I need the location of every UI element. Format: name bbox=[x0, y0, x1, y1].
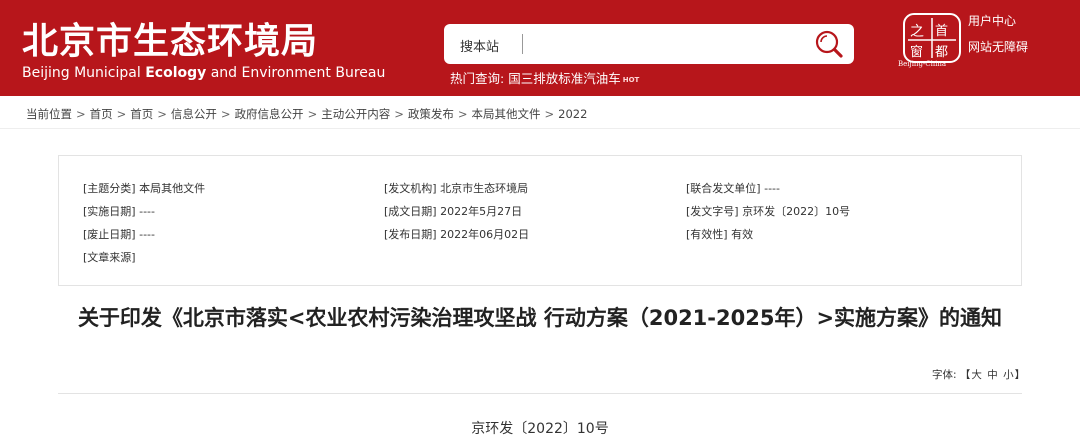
breadcrumb-item-info-public[interactable]: 信息公开 bbox=[171, 107, 217, 121]
document-title: 关于印发《北京市落实<农业农村污染治理攻坚战 行动方案（2021-2025年）>… bbox=[77, 306, 1003, 330]
site-title-cn[interactable]: 北京市生态环境局 bbox=[22, 12, 318, 64]
font-size-medium-button[interactable]: 中 bbox=[987, 369, 998, 381]
breadcrumb-separator: > bbox=[76, 107, 86, 121]
search-scope-label[interactable]: 搜本站 bbox=[460, 36, 499, 55]
meta-validity-value: 有效 bbox=[731, 228, 754, 241]
meta-doc-no: [发文字号] 京环发〔2022〕10号 bbox=[686, 203, 850, 219]
breadcrumb-separator: > bbox=[220, 107, 231, 121]
meta-effective-date-key: [实施日期] bbox=[83, 205, 136, 218]
meta-source: [文章来源] bbox=[83, 249, 136, 265]
hot-badge: HOT bbox=[622, 75, 640, 84]
meta-written-date-value: 2022年5月27日 bbox=[440, 205, 523, 218]
site-header: 北京市生态环境局 Beijing Municipal Ecology and E… bbox=[0, 0, 1080, 96]
svg-text:之: 之 bbox=[910, 24, 924, 40]
meta-issuer-key: [发文机构] bbox=[384, 182, 437, 195]
meta-topic-key: [主题分类] bbox=[83, 182, 136, 195]
breadcrumb-separator: > bbox=[394, 107, 404, 121]
search-box: 搜本站 bbox=[444, 24, 854, 64]
accessibility-link[interactable]: 网站无障碍 bbox=[968, 34, 1028, 60]
site-title-en[interactable]: Beijing Municipal Ecology and Environmen… bbox=[22, 65, 385, 81]
content-divider bbox=[58, 393, 1022, 394]
search-icon bbox=[815, 30, 843, 58]
hot-query: 热门查询: 国三排放标准汽油车 HOT bbox=[450, 68, 639, 87]
site-title-en-part2: and Environment Bureau bbox=[206, 65, 386, 81]
breadcrumb: 当前位置 > 首页 > 首页 > 信息公开 > 政府信息公开 > 主动公开内容 > 政策发布 > 本局其他文… bbox=[26, 106, 587, 122]
breadcrumb-item-home[interactable]: 首页 bbox=[90, 107, 113, 121]
meta-publish-date: [发布日期] 2022年06月02日 bbox=[384, 226, 529, 242]
font-size-small-button[interactable]: 小 bbox=[1003, 369, 1014, 381]
meta-written-date: [成文日期] 2022年5月27日 bbox=[384, 203, 522, 219]
breadcrumb-item-active-content[interactable]: 主动公开内容 bbox=[321, 107, 390, 121]
meta-doc-no-key: [发文字号] bbox=[686, 205, 739, 218]
meta-topic-value: 本局其他文件 bbox=[139, 182, 206, 195]
document-number: 京环发〔2022〕10号 bbox=[471, 421, 609, 437]
font-size-controls: 字体: 【大 中 小】 bbox=[932, 367, 1025, 382]
font-size-bracket-close: 】 bbox=[1014, 369, 1026, 381]
font-size-bracket-open: 【 bbox=[959, 369, 971, 381]
breadcrumb-item-home-2[interactable]: 首页 bbox=[130, 107, 153, 121]
meta-abolish-date-value: ---- bbox=[139, 228, 155, 241]
site-title-en-bold: Ecology bbox=[145, 65, 207, 81]
breadcrumb-item-gov-info[interactable]: 政府信息公开 bbox=[235, 107, 304, 121]
breadcrumb-item-policy[interactable]: 政策发布 bbox=[408, 107, 454, 121]
hot-query-link[interactable]: 国三排放标准汽油车 bbox=[508, 71, 621, 86]
meta-issuer-value: 北京市生态环境局 bbox=[440, 182, 529, 195]
meta-abolish-date-key: [废止日期] bbox=[83, 228, 136, 241]
site-title-en-part1: Beijing Municipal bbox=[22, 65, 146, 81]
meta-validity-key: [有效性] bbox=[686, 228, 728, 241]
meta-topic: [主题分类] 本局其他文件 bbox=[83, 180, 205, 196]
emblem-caption: Beijing-China bbox=[898, 60, 947, 68]
meta-validity: [有效性] 有效 bbox=[686, 226, 753, 242]
meta-publish-date-value: 2022年06月02日 bbox=[440, 228, 530, 241]
document-meta-panel: [主题分类] 本局其他文件 [发文机构] 北京市生态环境局 [联合发文单位] -… bbox=[58, 155, 1022, 286]
breadcrumb-separator: > bbox=[457, 107, 468, 121]
meta-issuer: [发文机构] 北京市生态环境局 bbox=[384, 180, 528, 196]
meta-abolish-date: [废止日期] ---- bbox=[83, 226, 155, 242]
breadcrumb-item-other-docs[interactable]: 本局其他文件 bbox=[471, 107, 540, 121]
meta-written-date-key: [成文日期] bbox=[384, 205, 437, 218]
breadcrumb-separator: > bbox=[116, 107, 127, 121]
svg-text:首: 首 bbox=[935, 24, 948, 39]
meta-source-key: [文章来源] bbox=[83, 251, 136, 264]
hot-query-label: 热门查询: bbox=[450, 71, 505, 86]
meta-joint-issuer: [联合发文单位] ---- bbox=[686, 180, 780, 196]
meta-joint-issuer-value: ---- bbox=[764, 182, 780, 195]
breadcrumb-item-year[interactable]: 2022 bbox=[558, 107, 587, 121]
meta-publish-date-key: [发布日期] bbox=[384, 228, 437, 241]
meta-effective-date-value: ---- bbox=[139, 205, 155, 218]
search-button[interactable] bbox=[810, 26, 850, 62]
user-center-link[interactable]: 用户中心 bbox=[968, 8, 1028, 34]
breadcrumb-divider bbox=[0, 128, 1080, 129]
meta-joint-issuer-key: [联合发文单位] bbox=[686, 182, 761, 195]
font-size-label: 字体: bbox=[932, 369, 957, 381]
svg-text:都: 都 bbox=[935, 45, 948, 60]
svg-text:窗: 窗 bbox=[910, 44, 923, 60]
breadcrumb-separator: > bbox=[544, 107, 555, 121]
font-size-large-button[interactable]: 大 bbox=[971, 369, 982, 381]
breadcrumb-separator: > bbox=[307, 107, 318, 121]
search-input[interactable] bbox=[530, 30, 800, 58]
meta-effective-date: [实施日期] ---- bbox=[83, 203, 155, 219]
search-separator bbox=[522, 34, 523, 54]
breadcrumb-separator: > bbox=[157, 107, 167, 121]
meta-doc-no-value: 京环发〔2022〕10号 bbox=[742, 205, 851, 218]
user-links: 用户中心 网站无障碍 bbox=[968, 8, 1028, 60]
breadcrumb-prefix: 当前位置 bbox=[26, 107, 72, 121]
